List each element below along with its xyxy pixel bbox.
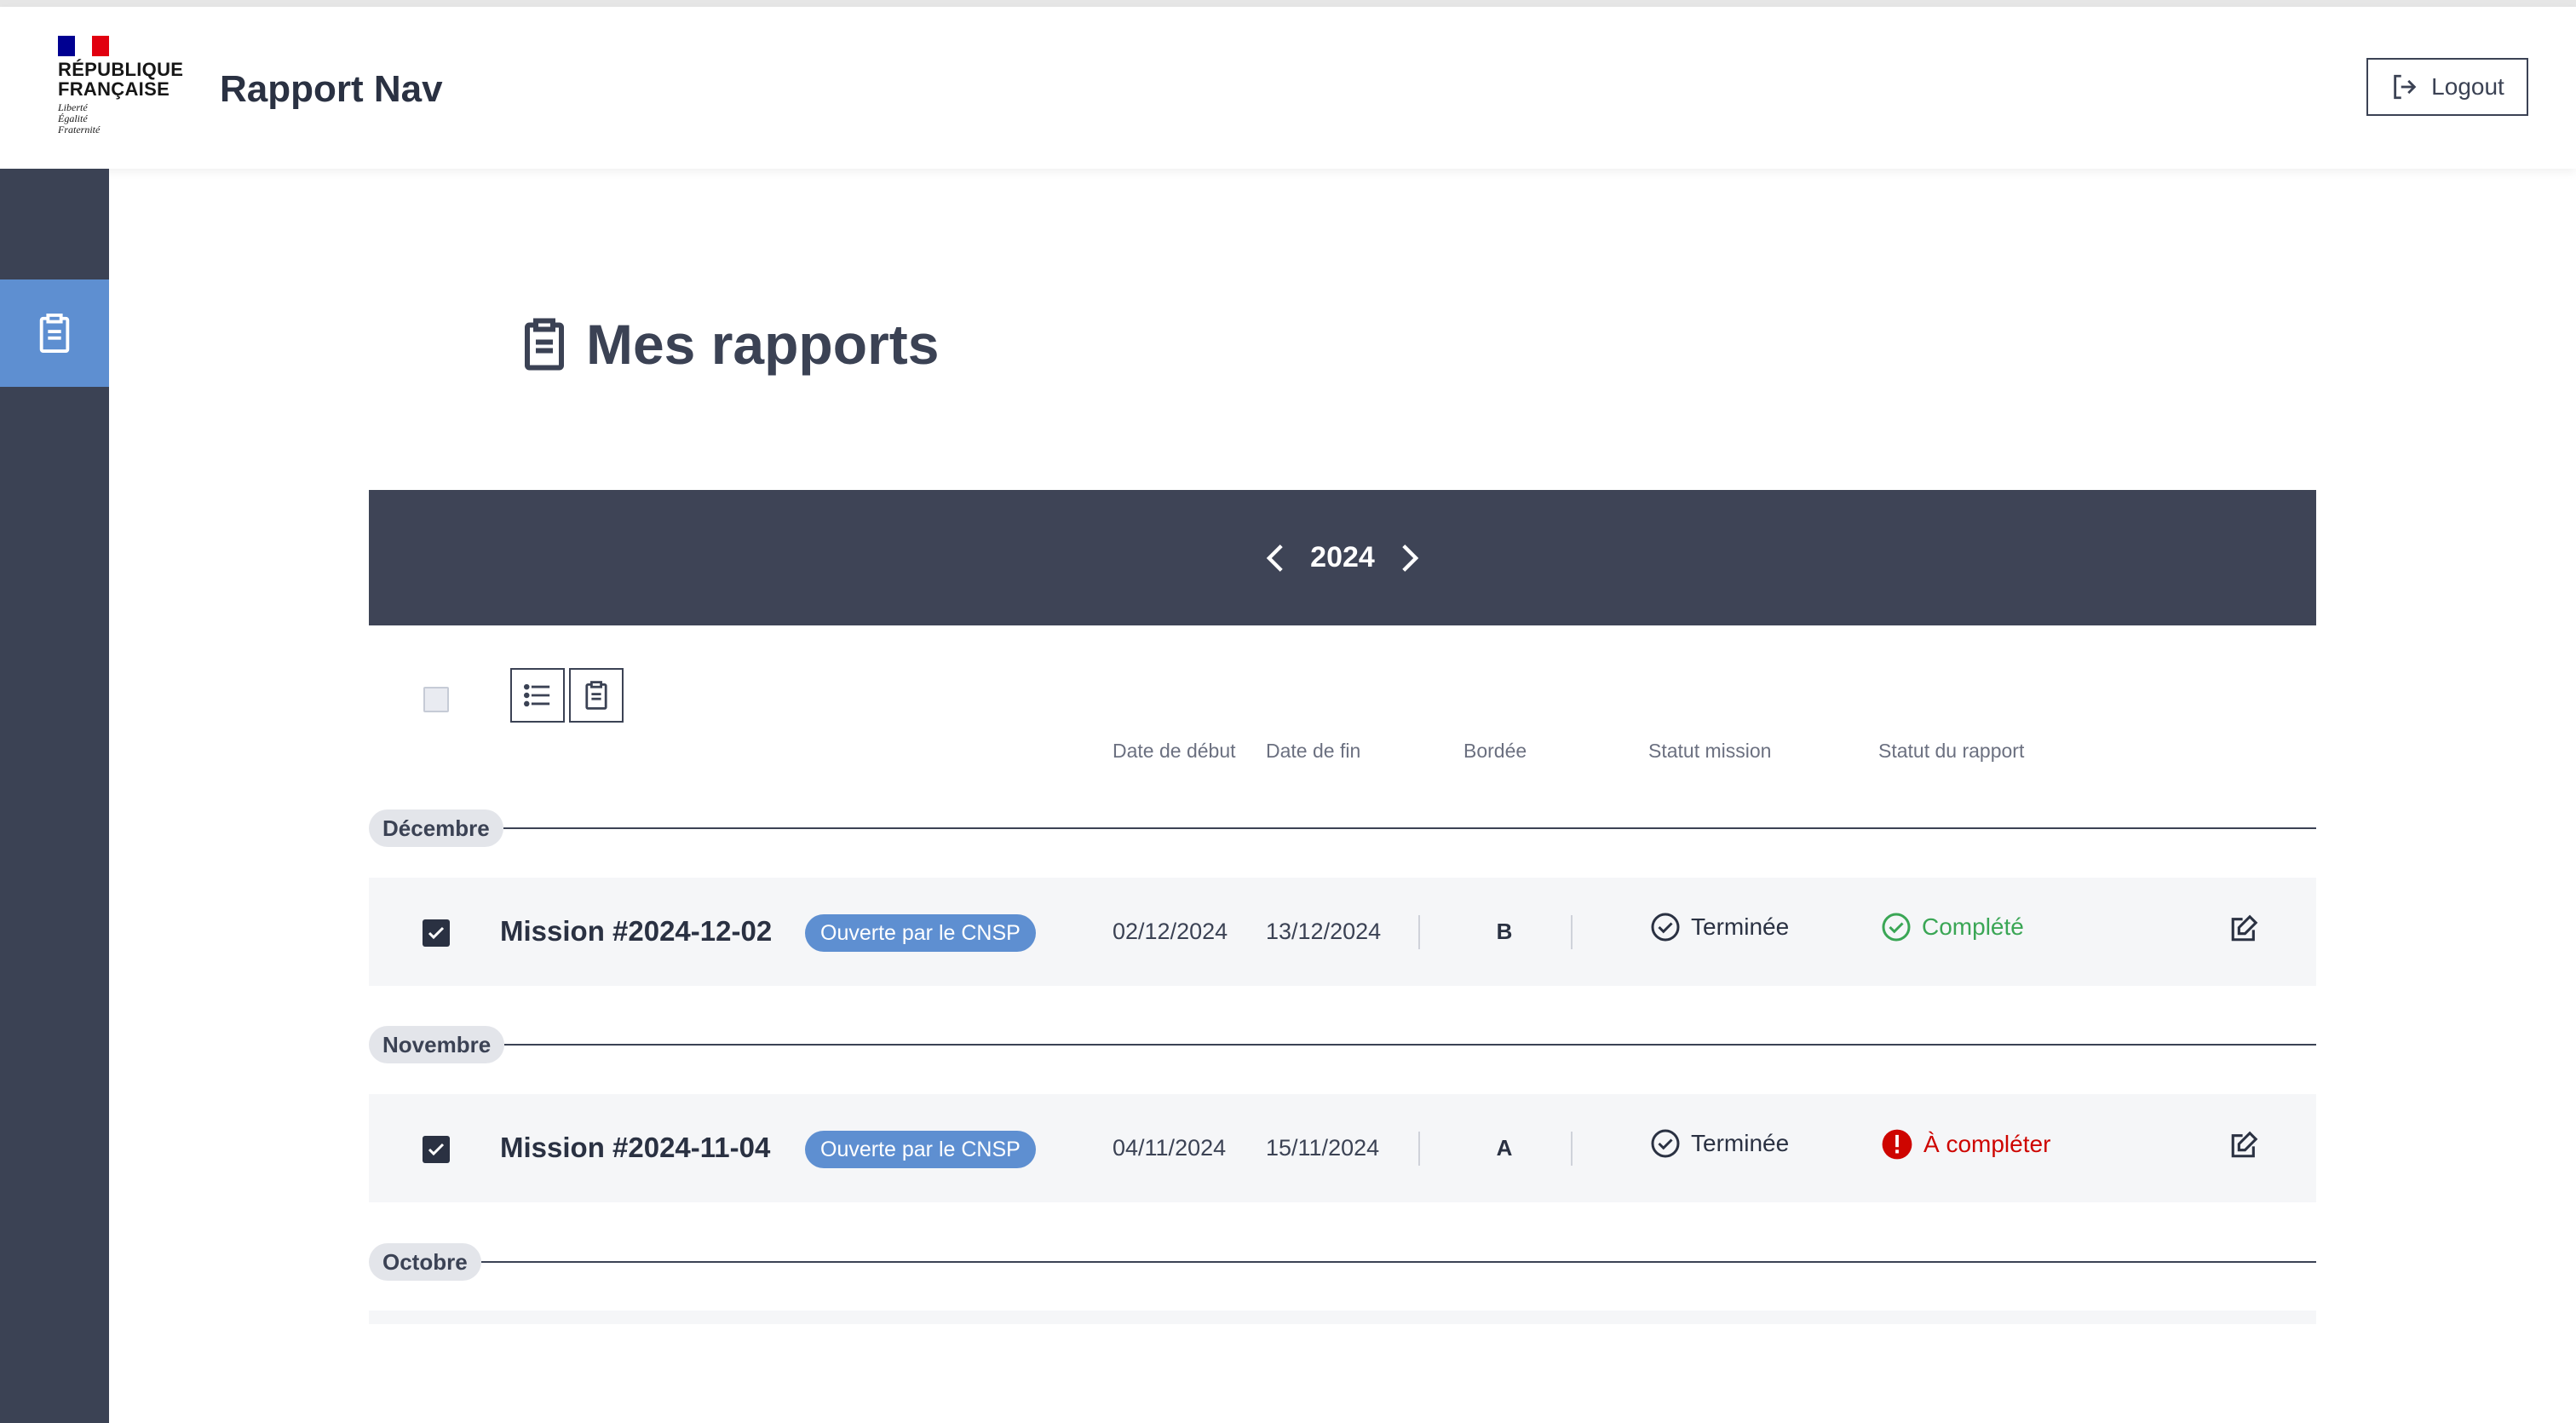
app-title[interactable]: Rapport Nav — [220, 68, 443, 111]
mission-checkbox[interactable] — [423, 919, 450, 947]
column-header-start-date: Date de début — [1113, 740, 1236, 762]
logout-label: Logout — [2431, 73, 2504, 100]
mission-name[interactable]: Mission #2024-12-02 — [500, 915, 772, 948]
previous-year-button[interactable] — [1261, 541, 1290, 575]
column-header-mission-status: Statut mission — [1648, 740, 1772, 762]
report-status-label: Complété — [1922, 913, 2024, 940]
month-group-header: Novembre — [369, 1026, 2316, 1063]
check-circle-icon — [1882, 913, 1911, 942]
logout-icon — [2394, 74, 2417, 100]
month-badge: Octobre — [369, 1243, 481, 1281]
month-group-header: Octobre — [369, 1243, 2316, 1281]
checkmark-icon — [428, 926, 445, 940]
month-divider — [504, 1044, 2316, 1046]
column-separator — [1571, 915, 1573, 949]
logo-line-1: RÉPUBLIQUE — [58, 59, 184, 80]
clipboard-icon — [525, 318, 564, 371]
select-all-checkbox[interactable] — [423, 687, 449, 712]
checkmark-icon — [428, 1143, 445, 1156]
republique-francaise-logo: RÉPUBLIQUE FRANÇAISE Liberté Égalité Fra… — [58, 36, 186, 155]
column-separator — [1571, 1132, 1573, 1166]
chevron-left-icon — [1266, 544, 1283, 572]
month-badge: Novembre — [369, 1026, 505, 1063]
month-group-header: Décembre — [369, 809, 2316, 847]
mission-end-date: 15/11/2024 — [1266, 1135, 1380, 1161]
report-status: Complété — [1881, 912, 2024, 942]
column-header-report-status: Statut du rapport — [1878, 740, 2025, 762]
column-header-end-date: Date de fin — [1266, 740, 1361, 762]
sidebar — [0, 169, 109, 1423]
mission-status-label: Terminée — [1691, 1130, 1790, 1156]
month-divider — [503, 827, 2316, 829]
mission-bordee: A — [1496, 1135, 1513, 1161]
mission-checkbox[interactable] — [423, 1136, 450, 1163]
report-status-label: À compléter — [1923, 1131, 2051, 1157]
mission-row[interactable]: Mission #2024-11-04 Ouverte par le CNSP … — [369, 1094, 2316, 1202]
sidebar-item-reports[interactable] — [0, 279, 109, 387]
edit-report-button[interactable] — [2227, 912, 2261, 946]
page-title: Mes rapports — [523, 312, 939, 377]
mission-origin-tag: Ouverte par le CNSP — [805, 1131, 1036, 1168]
mission-status: Terminée — [1650, 912, 1789, 942]
mission-status-label: Terminée — [1691, 913, 1790, 940]
report-status: À compléter — [1881, 1128, 2050, 1161]
mission-end-date: 13/12/2024 — [1266, 919, 1382, 944]
edit-icon — [2231, 914, 2258, 942]
motto-fraternite: Fraternité — [58, 124, 101, 135]
list-view-button[interactable] — [510, 668, 565, 723]
chevron-right-icon — [1402, 544, 1419, 572]
mission-start-date: 04/11/2024 — [1113, 1135, 1227, 1161]
clipboard-icon — [585, 681, 607, 710]
report-view-button[interactable] — [569, 668, 624, 723]
month-badge: Décembre — [369, 809, 503, 847]
check-circle-icon — [1651, 913, 1680, 942]
list-icon — [523, 683, 550, 707]
mission-start-date: 02/12/2024 — [1113, 919, 1228, 944]
mission-row[interactable]: Mission #2024-12-02 Ouverte par le CNSP … — [369, 878, 2316, 986]
logout-button[interactable]: Logout — [2366, 58, 2528, 116]
check-circle-icon — [1651, 1129, 1680, 1158]
mission-origin-tag: Ouverte par le CNSP — [805, 914, 1036, 952]
column-header-bordee: Bordée — [1463, 740, 1527, 762]
page-title-text: Mes rapports — [586, 313, 940, 376]
mission-status: Terminée — [1650, 1128, 1789, 1159]
clipboard-icon — [39, 314, 70, 353]
mission-name[interactable]: Mission #2024-11-04 — [500, 1132, 770, 1164]
mission-row-partial — [369, 1311, 2316, 1324]
alert-circle-icon — [1882, 1129, 1912, 1160]
month-divider — [480, 1261, 2316, 1263]
french-flag-icon — [58, 36, 109, 56]
logo-line-2: FRANÇAISE — [58, 78, 170, 100]
mission-bordee: B — [1496, 919, 1513, 944]
app-header: RÉPUBLIQUE FRANÇAISE Liberté Égalité Fra… — [0, 7, 2576, 169]
year-selector: 2024 — [369, 490, 2316, 625]
current-year: 2024 — [1310, 541, 1375, 573]
next-year-button[interactable] — [1395, 541, 1424, 575]
edit-report-button[interactable] — [2227, 1128, 2261, 1162]
edit-icon — [2231, 1131, 2258, 1158]
column-separator — [1418, 1132, 1420, 1166]
column-separator — [1418, 915, 1420, 949]
top-border — [0, 0, 2576, 7]
